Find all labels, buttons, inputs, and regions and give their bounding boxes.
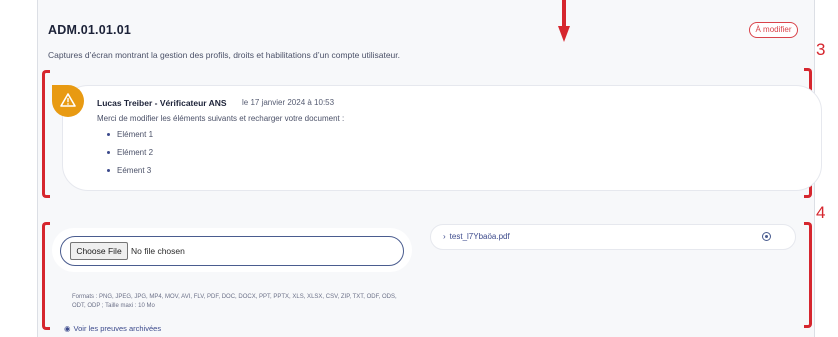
archived-proofs-link[interactable]: ◉ Voir les preuves archivées <box>64 324 161 333</box>
bullet-icon <box>107 151 110 155</box>
comment-author: Lucas Treiber - Vérificateur ANS <box>97 98 227 108</box>
no-file-text: No file chosen <box>131 246 185 256</box>
file-name-text: test_l7Ybaöa.pdf <box>449 232 510 241</box>
archived-proofs-label: Voir les preuves archivées <box>73 324 162 333</box>
annotation-label-3: 3 <box>816 40 826 59</box>
list-item: Elément 2 <box>107 148 153 157</box>
annotation-arrow-icon <box>558 0 570 42</box>
accepted-formats: Formats : PNG, JPEG, JPG, MP4, MOV, AVI,… <box>72 294 397 309</box>
list-item: Elément 1 <box>107 130 153 139</box>
list-item: Eément 3 <box>107 166 151 175</box>
warning-badge <box>52 85 84 117</box>
annotation-bracket-left-3 <box>42 70 50 198</box>
status-badge[interactable]: À modifier <box>749 22 798 38</box>
annotation-bracket-right-4 <box>804 222 812 328</box>
list-item-text: Elément 2 <box>117 148 154 157</box>
list-item-text: Eément 3 <box>117 166 152 175</box>
requirement-code: ADM.01.01.01 <box>48 23 131 37</box>
chevron-right-icon: › <box>443 232 446 241</box>
comment-date: le 17 janvier 2024 à 10:53 <box>242 98 335 107</box>
choose-file-button[interactable]: Choose File <box>70 242 128 260</box>
requirement-description: Captures d’écran montrant la gestion des… <box>48 50 400 60</box>
list-item-text: Elément 1 <box>117 130 154 139</box>
eye-icon: ◉ <box>64 324 71 333</box>
warning-icon <box>60 93 76 107</box>
bullet-icon <box>107 133 110 137</box>
comment-message: Merci de modifier les éléments suivants … <box>97 114 345 123</box>
annotation-bracket-left-4 <box>42 222 50 330</box>
annotation-label-4: 4 <box>816 203 826 222</box>
bullet-icon <box>107 169 110 173</box>
remove-circle-icon[interactable] <box>762 232 771 241</box>
attached-file-name[interactable]: › test_l7Ybaöa.pdf <box>443 232 510 241</box>
